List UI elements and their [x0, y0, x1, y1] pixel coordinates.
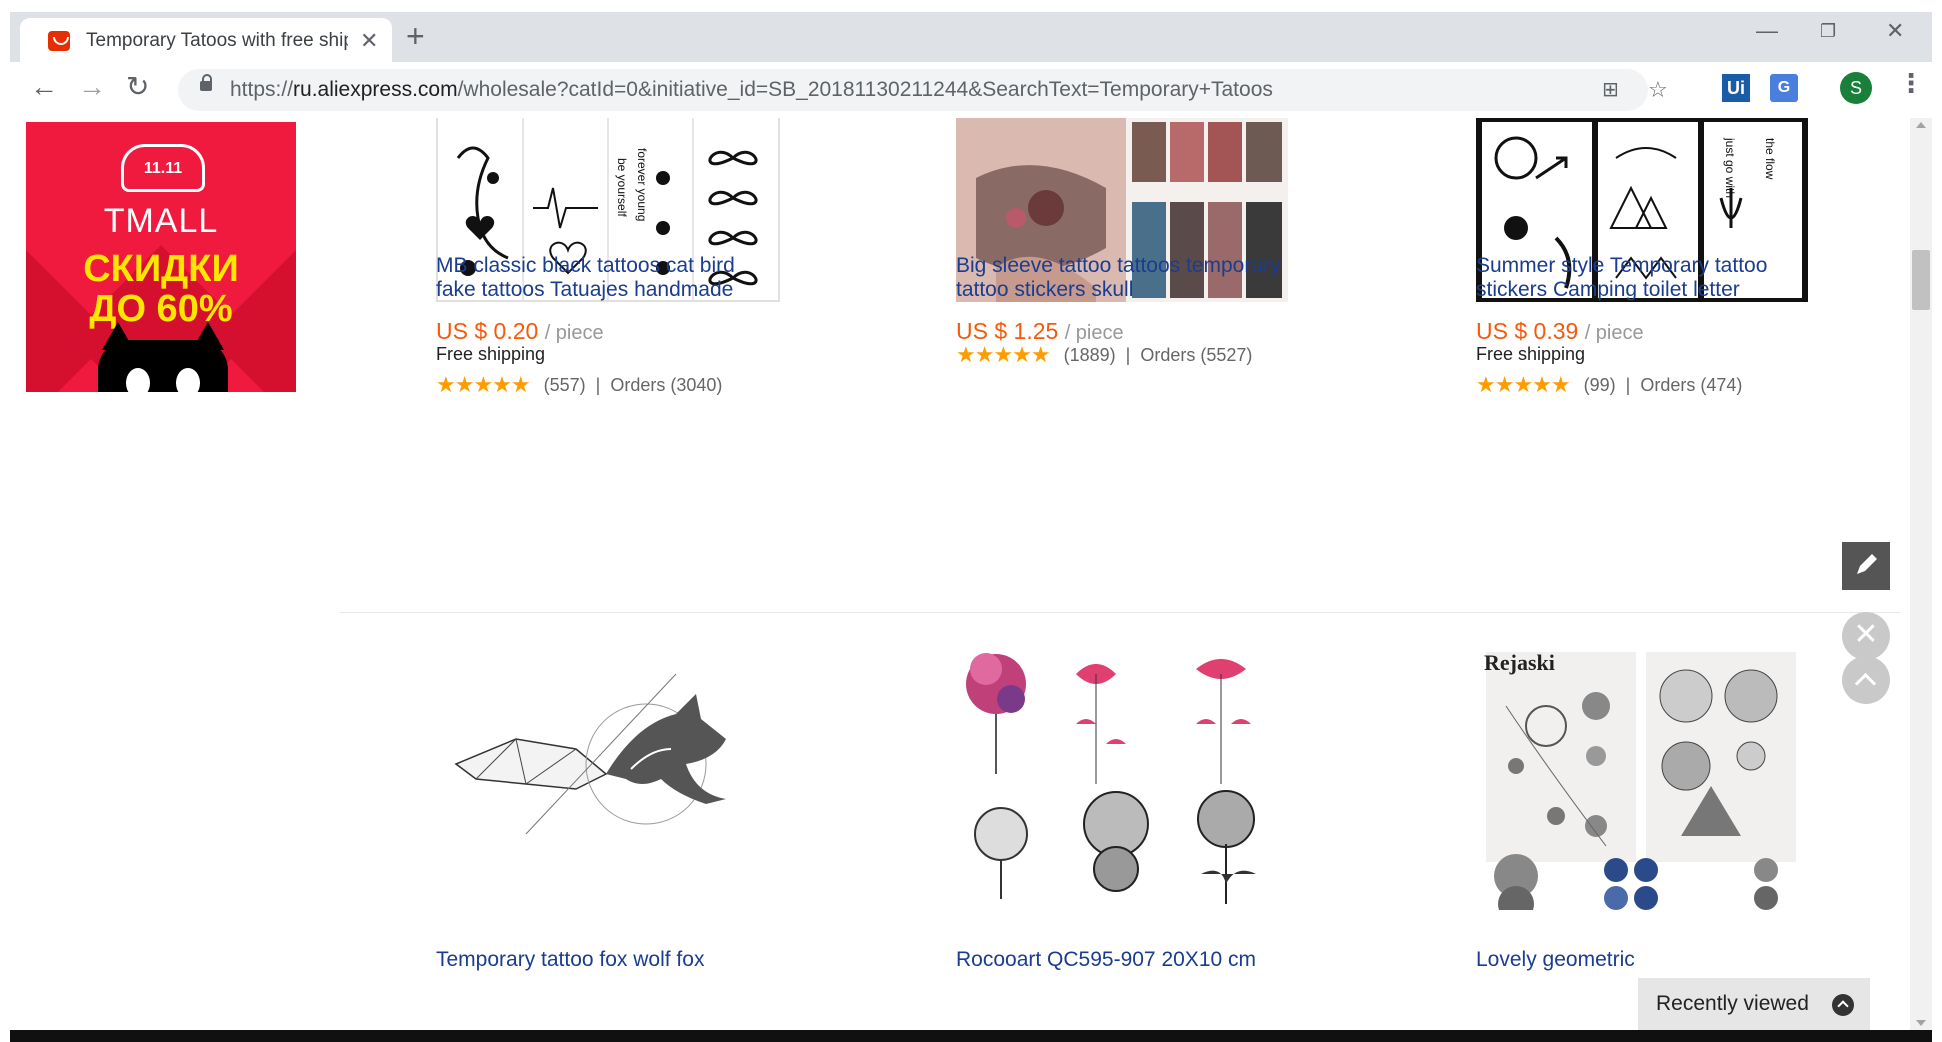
review-count[interactable]: (99)	[1584, 375, 1616, 396]
new-tab-button[interactable]: +	[406, 20, 425, 52]
tab-strip: Temporary Tatoos with free shipp ✕ + — ❐…	[10, 12, 1932, 62]
review-count[interactable]: (557)	[544, 375, 586, 396]
minimize-button[interactable]: —	[1756, 18, 1778, 44]
address-bar[interactable]: https://ru.aliexpress.com/wholesale?catI…	[178, 69, 1668, 111]
recently-viewed-panel[interactable]: Recently viewed	[1638, 978, 1870, 1030]
review-count[interactable]: (1889)	[1064, 345, 1116, 366]
product-title-4[interactable]: Temporary tattoo fox wolf fox	[436, 948, 776, 972]
tmall-logo: 11.11	[121, 144, 205, 192]
product-price-1: US $ 0.20 / piece	[436, 318, 604, 344]
restore-button[interactable]: ❐	[1820, 21, 1836, 42]
rating-stars-icon: ★★★★★	[1476, 372, 1571, 397]
product-rating-3: ★★★★★ (99) | Orders (474)	[1476, 372, 1743, 397]
uipath-extension-icon[interactable]: Ui	[1722, 74, 1750, 102]
feedback-edit-button[interactable]	[1842, 542, 1890, 590]
orders-count: Orders (474)	[1640, 374, 1743, 395]
rating-stars-icon: ★★★★★	[956, 342, 1051, 367]
bookmark-star-icon[interactable]: ☆	[1648, 77, 1668, 103]
product-title-1[interactable]: MB classic black tattoos cat bird fake t…	[436, 254, 776, 302]
close-floating-button[interactable]: ✕	[1842, 612, 1890, 660]
window-close-button[interactable]: ✕	[1886, 18, 1904, 44]
tmall-cat-icon	[98, 322, 228, 392]
tab-title: Temporary Tatoos with free shipp	[86, 30, 348, 51]
product-title-2[interactable]: Big sleeve tattoo tattoos temporary tatt…	[956, 254, 1296, 302]
product-image-4[interactable]	[436, 654, 776, 840]
free-shipping-label-3: Free shipping	[1476, 344, 1586, 364]
browser-menu-icon[interactable]: ⋮	[1898, 68, 1924, 99]
chevron-up-icon[interactable]	[1832, 994, 1854, 1016]
reload-button[interactable]: ↻	[126, 72, 149, 102]
tmall-ad-banner[interactable]: 11.11 TMALL СКИДКИ ДО 60%	[26, 122, 296, 392]
orders-count: Orders (3040)	[610, 374, 723, 395]
row-divider	[340, 612, 1900, 613]
recently-viewed-label: Recently viewed	[1656, 992, 1809, 1015]
svg-text:forever young: forever young	[635, 148, 649, 221]
product-price-2: US $ 1.25 / piece	[956, 318, 1124, 344]
orders-count: Orders (5527)	[1140, 344, 1253, 365]
browser-toolbar: ← → ↻ https://ru.aliexpress.com/wholesal…	[10, 62, 1932, 119]
os-taskbar	[10, 1030, 1932, 1042]
product-price-3: US $ 0.39 / piece	[1476, 318, 1644, 344]
scrollbar-thumb[interactable]	[1912, 250, 1930, 310]
svg-text:be yourself: be yourself	[615, 158, 629, 217]
scroll-down-arrow-icon[interactable]	[1916, 1020, 1926, 1026]
profile-avatar[interactable]: S	[1840, 72, 1872, 104]
page-viewport: 11.11 TMALL СКИДКИ ДО 60% be yourself fo…	[10, 118, 1920, 1030]
scroll-to-top-button[interactable]	[1842, 656, 1890, 704]
scroll-up-arrow-icon[interactable]	[1916, 122, 1926, 128]
forward-button[interactable]: →	[78, 72, 106, 102]
page-scrollbar[interactable]	[1910, 118, 1932, 1030]
google-translate-extension-icon[interactable]: G	[1770, 74, 1798, 102]
ad-discount-line2: ДО 60%	[89, 288, 233, 330]
aliexpress-favicon-icon	[48, 31, 70, 51]
svg-text:the flow: the flow	[1763, 138, 1777, 180]
window-frame	[0, 0, 1942, 12]
tab-active[interactable]: Temporary Tatoos with free shipp ✕	[20, 18, 392, 62]
ad-brand: TMALL	[103, 202, 219, 240]
product-title-3[interactable]: Summer style Temporary tattoo stickers C…	[1476, 254, 1816, 302]
image-caption-text: Rejaski	[1484, 650, 1555, 675]
back-button[interactable]: ←	[30, 72, 58, 102]
product-title-6[interactable]: Lovely geometric	[1476, 948, 1816, 972]
free-shipping-label-1: Free shipping	[436, 344, 546, 364]
translate-page-icon[interactable]: ⊞	[1602, 77, 1619, 102]
rating-stars-icon: ★★★★★	[436, 372, 531, 397]
product-title-5[interactable]: Rocooart QC595-907 20X10 cm	[956, 948, 1296, 972]
product-image-6[interactable]: Rejaski	[1476, 646, 1808, 910]
ad-discount-line1: СКИДКИ	[83, 248, 239, 290]
product-rating-2: ★★★★★ (1889) | Orders (5527)	[956, 342, 1253, 367]
tab-close-icon[interactable]: ✕	[360, 28, 378, 54]
product-rating-1: ★★★★★ (557) | Orders (3040)	[436, 372, 723, 397]
url-text[interactable]: https://ru.aliexpress.com/wholesale?catI…	[230, 78, 1273, 102]
lock-icon	[200, 74, 212, 91]
product-image-5[interactable]	[956, 644, 1288, 904]
